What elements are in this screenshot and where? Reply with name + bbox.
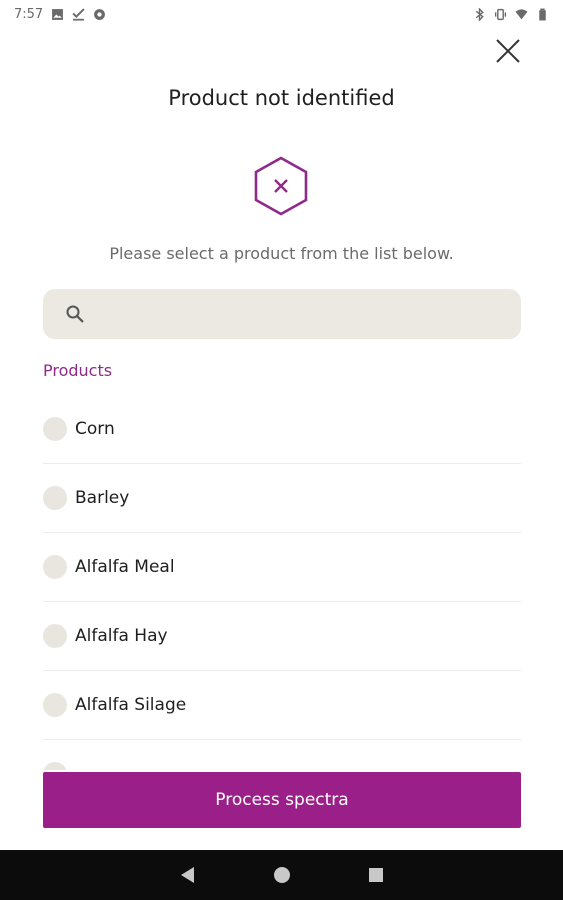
list-item[interactable]: Corn: [43, 395, 521, 464]
radio-button[interactable]: [43, 693, 67, 717]
check-download-icon: [72, 7, 85, 21]
list-item[interactable]: Alfalfa Hay: [43, 602, 521, 671]
close-icon: [496, 39, 520, 63]
search-input[interactable]: [97, 303, 501, 325]
search-icon: [66, 305, 84, 323]
status-bar-right: [473, 7, 549, 21]
list-item[interactable]: Barley: [43, 464, 521, 533]
list-item-label: Barley: [75, 488, 130, 508]
battery-icon: [539, 8, 546, 20]
list-item-label: Alfalfa Meal: [75, 557, 175, 577]
search-bar[interactable]: [43, 289, 521, 339]
bluetooth-icon: [475, 7, 484, 21]
list-item-label: Corn: [75, 419, 115, 439]
hexagon-x-icon: [254, 156, 308, 216]
list-item[interactable]: Alfalfa Silage: [43, 671, 521, 740]
radio-button[interactable]: [43, 555, 67, 579]
dialog-subtitle: Please select a product from the list be…: [109, 244, 454, 263]
status-bar-left: 7:57: [14, 7, 106, 22]
circle-app-icon: [94, 8, 106, 20]
back-button[interactable]: [176, 863, 200, 887]
back-triangle-icon: [180, 867, 194, 883]
process-spectra-button[interactable]: Process spectra: [43, 772, 521, 828]
radio-button[interactable]: [43, 486, 67, 510]
list-item-label: Alfalfa Silage: [75, 695, 187, 715]
list-item[interactable]: Alfalfa Meal: [43, 533, 521, 602]
radio-button[interactable]: [43, 417, 67, 441]
recents-button[interactable]: [364, 863, 388, 887]
radio-button[interactable]: [43, 762, 67, 770]
recents-square-icon: [368, 868, 383, 882]
list-item-label: Alfalfa Hay: [75, 626, 168, 646]
vibrate-icon: [494, 8, 507, 20]
wifi-icon: [515, 8, 528, 19]
dialog-title: Product not identified: [168, 86, 395, 110]
navigation-bar: [0, 850, 563, 900]
list-item[interactable]: [43, 740, 521, 770]
radio-button[interactable]: [43, 624, 67, 648]
close-button[interactable]: [493, 36, 523, 66]
product-list[interactable]: Corn Barley Alfalfa Meal Alfalfa Hay Alf…: [43, 395, 521, 770]
image-icon: [52, 8, 64, 20]
home-button[interactable]: [270, 863, 294, 887]
status-time: 7:57: [14, 6, 44, 22]
status-bar: 7:57: [0, 0, 563, 28]
home-circle-icon: [273, 867, 290, 883]
products-section-label: Products: [43, 361, 113, 380]
